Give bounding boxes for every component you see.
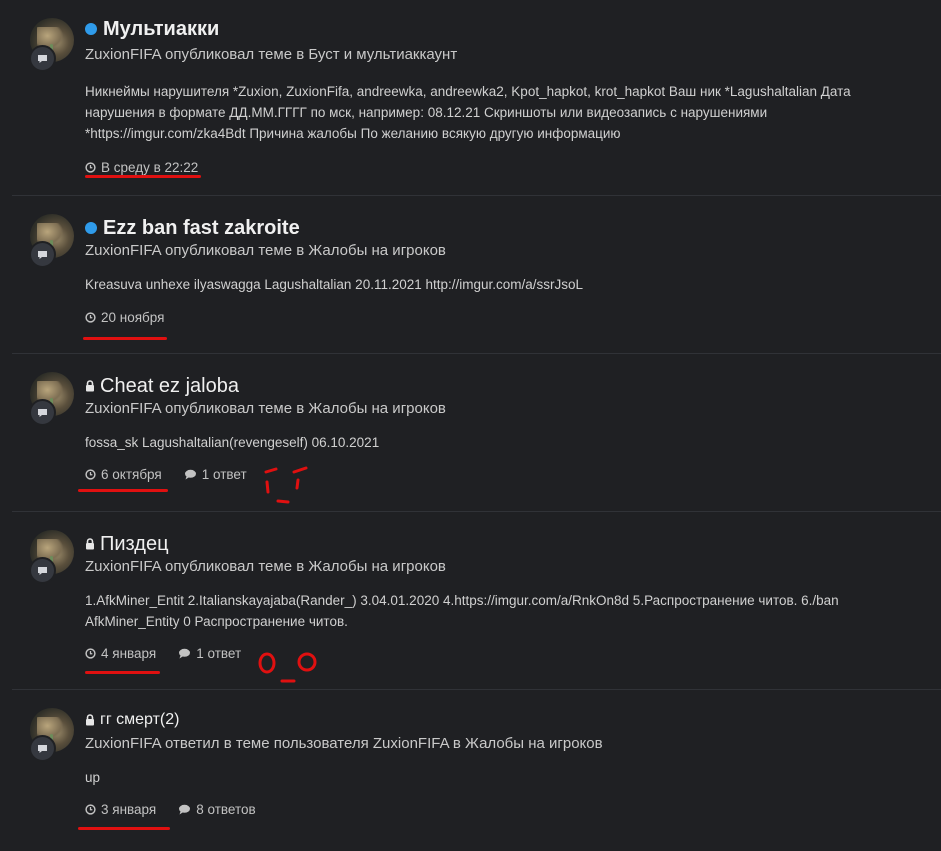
post-date[interactable]: В среду в 22:22 bbox=[85, 160, 198, 175]
activity-item: Мультиакки ZuxionFIFA опубликовал теме в… bbox=[12, 0, 941, 196]
speech-bubble-icon bbox=[29, 45, 56, 72]
reply-count-text: 1 ответ bbox=[196, 646, 242, 661]
activity-item: Ezz ban fast zakroite ZuxionFIFA опублик… bbox=[12, 196, 941, 354]
reply-count-text: 1 ответ bbox=[201, 467, 247, 482]
red-underline bbox=[85, 671, 160, 674]
activity-meta: ZuxionFIFA опубликовал теме в Жалобы на … bbox=[85, 400, 446, 417]
unread-dot-icon bbox=[85, 222, 97, 234]
post-date-text: 20 ноября bbox=[101, 310, 165, 325]
post-date[interactable]: 20 ноября bbox=[85, 310, 164, 325]
lock-icon bbox=[85, 379, 96, 393]
post-date[interactable]: 4 января bbox=[85, 646, 156, 661]
post-date-text: 4 января bbox=[101, 646, 157, 661]
speech-bubble-icon bbox=[29, 399, 56, 426]
activity-item: Cheat ez jaloba ZuxionFIFA опубликовал т… bbox=[12, 354, 941, 512]
clock-icon bbox=[85, 648, 96, 659]
post-date-text: В среду в 22:22 bbox=[101, 160, 199, 175]
topic-title[interactable]: Ezz ban fast zakroite bbox=[103, 216, 300, 240]
speech-bubble-icon bbox=[29, 557, 56, 584]
topic-title[interactable]: Cheat ez jaloba bbox=[100, 374, 239, 398]
speech-bubble-icon bbox=[184, 469, 196, 480]
activity-item: Пиздец ZuxionFIFA опубликовал теме в Жал… bbox=[12, 512, 941, 690]
topic-title[interactable]: Мультиакки bbox=[103, 17, 219, 41]
post-date-text: 3 января bbox=[101, 802, 157, 817]
reply-count[interactable]: 1 ответ bbox=[178, 646, 241, 661]
post-snippet: fossa_sk Lagushaltalian(revengeself) 06.… bbox=[85, 435, 380, 450]
red-face-doodle bbox=[258, 652, 317, 683]
clock-icon bbox=[85, 804, 96, 815]
topic-title[interactable]: гг смерт(2) bbox=[100, 708, 179, 732]
clock-icon bbox=[85, 162, 96, 173]
reply-count[interactable]: 8 ответов bbox=[178, 802, 256, 817]
red-face-doodle bbox=[264, 466, 308, 504]
clock-icon bbox=[85, 312, 96, 323]
activity-meta: ZuxionFIFA ответил в теме пользователя Z… bbox=[85, 735, 603, 752]
red-underline bbox=[78, 827, 170, 830]
reply-count[interactable]: 1 ответ bbox=[184, 467, 247, 482]
topic-title[interactable]: Пиздец bbox=[100, 532, 169, 556]
activity-meta: ZuxionFIFA опубликовал теме в Жалобы на … bbox=[85, 558, 446, 575]
red-underline bbox=[83, 337, 167, 340]
post-snippet: Kreasuva unhexe ilyaswagga Lagushaltalia… bbox=[85, 277, 584, 292]
post-date[interactable]: 6 октября bbox=[85, 467, 162, 482]
red-underline bbox=[85, 175, 201, 178]
activity-stream: Мультиакки ZuxionFIFA опубликовал теме в… bbox=[0, 0, 941, 851]
red-underline bbox=[78, 489, 168, 492]
activity-item: гг смерт(2) ZuxionFIFA ответил в теме по… bbox=[12, 690, 941, 851]
clock-icon bbox=[85, 469, 96, 480]
activity-meta: ZuxionFIFA опубликовал теме в Жалобы на … bbox=[85, 242, 446, 259]
speech-bubble-icon bbox=[179, 804, 191, 815]
activity-meta: ZuxionFIFA опубликовал теме в Буст и мул… bbox=[85, 46, 458, 63]
speech-bubble-icon bbox=[29, 735, 56, 762]
speech-bubble-icon bbox=[29, 241, 56, 268]
speech-bubble-icon bbox=[179, 648, 191, 659]
post-date[interactable]: 3 января bbox=[85, 802, 156, 817]
lock-icon bbox=[85, 713, 96, 727]
reply-count-text: 8 ответов bbox=[196, 802, 256, 817]
post-snippet: Никнеймы нарушителя *Zuxion, ZuxionFifa,… bbox=[85, 84, 851, 141]
post-snippet: up bbox=[85, 770, 101, 785]
lock-icon bbox=[85, 537, 96, 551]
unread-dot-icon bbox=[85, 23, 97, 35]
post-snippet: 1.AfkMiner_Entit 2.Italianskayajaba(Rand… bbox=[85, 593, 839, 629]
post-date-text: 6 октября bbox=[101, 467, 162, 482]
